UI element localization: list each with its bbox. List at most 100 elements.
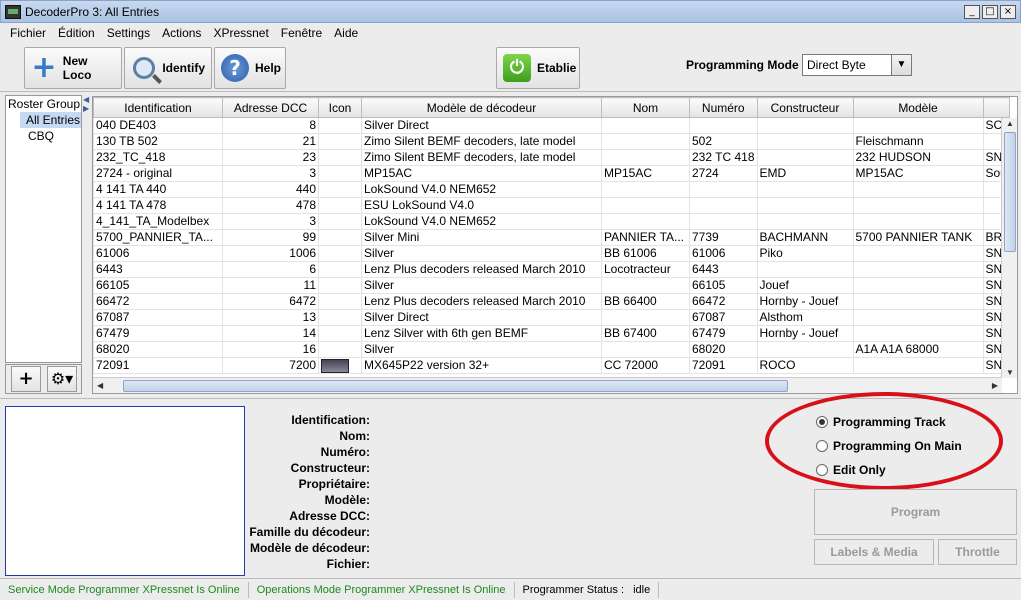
detail-label: Identification: (291, 413, 370, 427)
table-row[interactable]: 040 DE403 8 Silver Direct SC (93, 117, 1010, 134)
table-row[interactable]: 67087 13 Silver Direct 67087 Alsthom SN (93, 309, 1010, 326)
horizontal-scroll-thumb[interactable] (123, 380, 788, 392)
identify-button[interactable]: Identify (124, 47, 212, 89)
menu-bar: Fichier Édition Settings Actions XPressn… (0, 23, 1021, 43)
menu-settings[interactable]: Settings (107, 26, 150, 40)
column-header[interactable] (982, 97, 1010, 118)
table-cell: 67087 (689, 309, 758, 326)
table-row[interactable]: 4 141 TA 478 478 ESU LokSound V4.0 (93, 197, 1010, 214)
table-cell: ESU LokSound V4.0 (361, 197, 602, 214)
throttle-button[interactable]: Throttle (938, 539, 1017, 565)
table-row[interactable]: 72091 7200 MX645P22 version 32+ CC 72000 720… (93, 357, 1010, 374)
table-row[interactable]: 4_141_TA_Modelbex 3 LokSound V4.0 NEM652 (93, 213, 1010, 230)
table-cell: BB 66400 (601, 293, 690, 310)
table-row[interactable]: 68020 16 Silver 68020 A1A A1A 68000 SN (93, 341, 1010, 358)
minimize-button[interactable]: _ (964, 4, 980, 19)
column-header[interactable]: Constructeur (756, 97, 854, 118)
table-cell (852, 325, 984, 342)
table-cell (756, 133, 854, 150)
table-cell: 2724 - original (93, 165, 223, 182)
table-cell: 3 (222, 213, 319, 230)
column-header[interactable]: Nom (601, 97, 690, 118)
table-row[interactable]: 61006 1006 Silver BB 61006 61006 Piko SN (93, 245, 1010, 262)
table-cell (756, 213, 854, 230)
table-cell (318, 181, 362, 198)
table-cell: 232 HUDSON (852, 149, 984, 166)
menu-fenetre[interactable]: Fenêtre (281, 26, 322, 40)
programmer-status-label: Programmer Status : (522, 583, 625, 596)
programmer-status-value: idle (633, 583, 651, 596)
add-group-button[interactable]: + (11, 366, 41, 392)
table-cell: Lenz Plus decoders released March 2010 (361, 293, 602, 310)
horizontal-scrollbar[interactable]: ◀ ▶ (93, 377, 1002, 393)
table-cell: 67479 (93, 325, 223, 342)
table-row[interactable]: 130 TB 502 21 Zimo Silent BEMF decoders, l… (93, 133, 1010, 150)
menu-aide[interactable]: Aide (334, 26, 358, 40)
table-cell (318, 197, 362, 214)
power-button[interactable]: ⏻ Etablie (496, 47, 580, 89)
table-row[interactable]: 67479 14 Lenz Silver with 6th gen BEMF BB 6… (93, 325, 1010, 342)
close-button[interactable]: × (1000, 4, 1016, 19)
table-cell (318, 133, 362, 150)
new-loco-button[interactable]: + New Loco (24, 47, 122, 89)
program-button[interactable]: Program (814, 489, 1017, 535)
labels-media-button[interactable]: Labels & Media (814, 539, 934, 565)
table-cell: 7200 (222, 357, 319, 374)
menu-edition[interactable]: Édition (58, 26, 95, 40)
title-bar: DecoderPro 3: All Entries _ □ × (0, 0, 1021, 23)
column-header[interactable]: Numéro (689, 97, 758, 118)
menu-actions[interactable]: Actions (162, 26, 201, 40)
table-row[interactable]: 66105 11 Silver 66105 Jouef SN (93, 277, 1010, 294)
roster-group-all-entries[interactable]: All Entries (20, 112, 81, 128)
menu-fichier[interactable]: Fichier (10, 26, 46, 40)
collapse-arrow-icon[interactable]: ◀ ▶ (83, 95, 91, 115)
table-row[interactable]: 6443 6 Lenz Plus decoders released March 2… (93, 261, 1010, 278)
table-cell (689, 117, 758, 134)
table-row[interactable]: 66472 6472 Lenz Plus decoders released Mar… (93, 293, 1010, 310)
table-cell: MP15AC (852, 165, 984, 182)
roster-table: Identification Adresse DCC Icon Modèle de d… (92, 96, 1018, 394)
program-label: Program (890, 505, 941, 519)
detail-label: Modèle de décodeur: (249, 541, 370, 555)
table-cell (318, 245, 362, 262)
table-cell (689, 181, 758, 198)
radio-edit-only[interactable]: Edit Only (816, 458, 962, 482)
table-cell: Zimo Silent BEMF decoders, late model (361, 149, 602, 166)
settings-gear-button[interactable]: ⚙▾ (47, 366, 77, 392)
throttle-label: Throttle (955, 545, 1000, 559)
table-cell: 11 (222, 277, 319, 294)
table-cell: 68020 (689, 341, 758, 358)
table-row[interactable]: 2724 - original 3 MP15AC MP15AC 2724 EMD MP15A… (93, 165, 1010, 182)
column-header[interactable]: Modèle de décodeur (361, 97, 602, 118)
identify-label: Identify (162, 61, 205, 75)
chevron-down-icon[interactable]: ▼ (891, 55, 911, 75)
help-button[interactable]: ? Help (214, 47, 286, 89)
column-header[interactable]: Identification (93, 97, 223, 118)
table-cell: 61006 (689, 245, 758, 262)
table-row[interactable]: 232_TC_418 23 Zimo Silent BEMF decoders, l… (93, 149, 1010, 166)
table-cell: 478 (222, 197, 319, 214)
table-row[interactable]: 4 141 TA 440 440 LokSound V4.0 NEM652 (93, 181, 1010, 198)
detail-label: Adresse DCC: (289, 509, 370, 523)
column-header[interactable]: Adresse DCC (222, 97, 319, 118)
table-cell: Hornby - Jouef (756, 325, 854, 342)
table-cell: BB 67400 (601, 325, 690, 342)
maximize-button[interactable]: □ (982, 4, 998, 19)
column-header[interactable]: Modèle (852, 97, 984, 118)
column-header[interactable]: Icon (318, 97, 362, 118)
plus-icon: + (31, 50, 57, 85)
radio-programming-on-main[interactable]: Programming On Main (816, 434, 962, 458)
vertical-scrollbar[interactable]: ▲ ▼ (1001, 118, 1017, 378)
menu-xpressnet[interactable]: XPressnet (213, 26, 268, 40)
radio-selected-icon (816, 416, 828, 428)
table-row[interactable]: 5700_PANNIER_TA... 99 Silver Mini PANNIER T… (93, 229, 1010, 246)
table-cell (601, 213, 690, 230)
table-cell: 13 (222, 309, 319, 326)
radio-programming-track[interactable]: Programming Track (816, 410, 962, 434)
table-cell: 130 TB 502 (93, 133, 223, 150)
vertical-scroll-thumb[interactable] (1004, 132, 1016, 252)
roster-group-cbq[interactable]: CBQ (6, 128, 81, 144)
window-title: DecoderPro 3: All Entries (25, 4, 160, 19)
table-cell: 8 (222, 117, 319, 134)
programming-mode-select[interactable]: Direct Byte ▼ (802, 54, 912, 76)
